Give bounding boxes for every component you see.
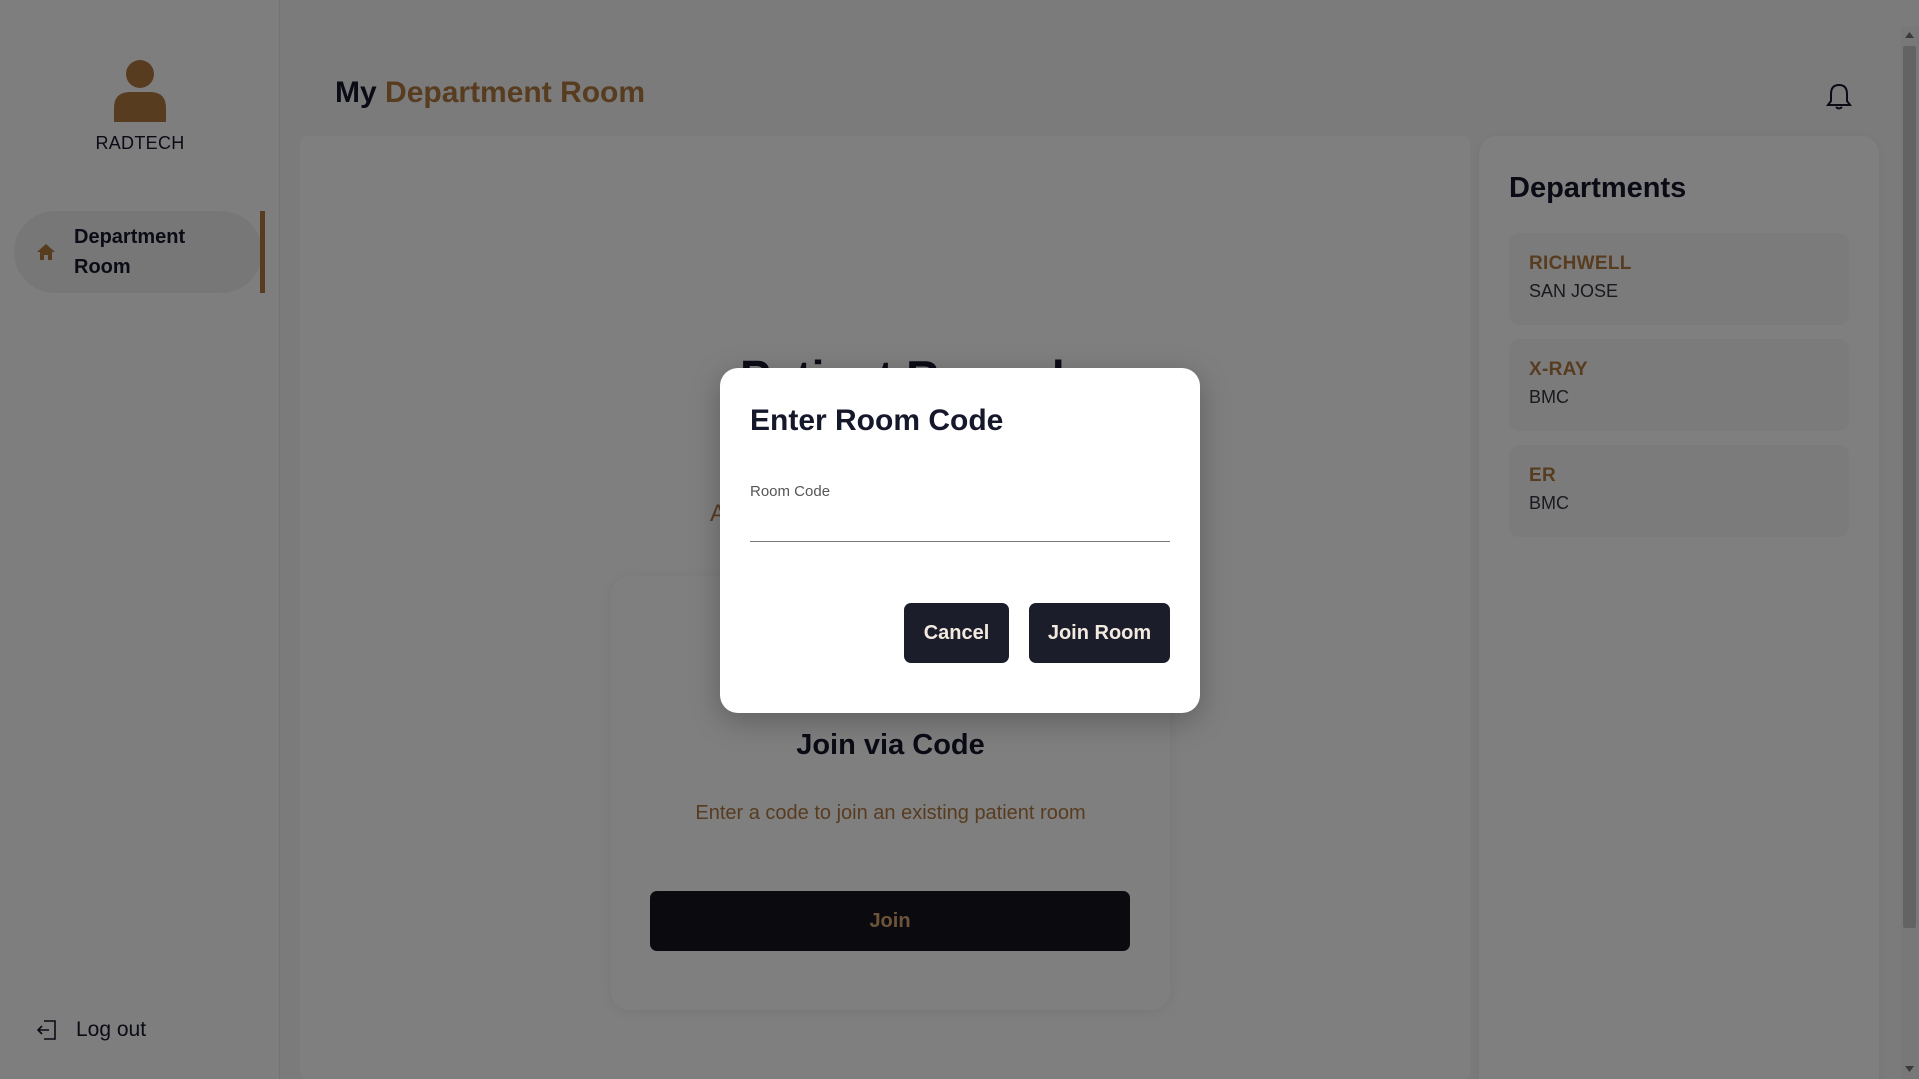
cancel-button[interactable]: Cancel (904, 603, 1009, 663)
room-code-label: Room Code (750, 483, 831, 500)
room-code-input[interactable] (750, 506, 1170, 542)
enter-room-code-dialog: Enter Room Code Room Code Cancel Join Ro… (720, 368, 1200, 713)
join-room-button[interactable]: Join Room (1029, 603, 1170, 663)
modal-title: Enter Room Code (750, 404, 1004, 437)
